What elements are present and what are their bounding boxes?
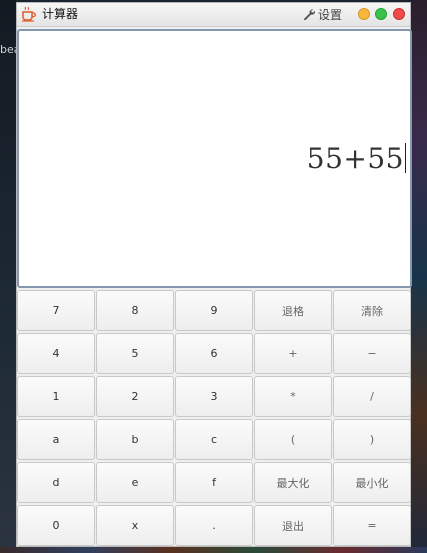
- key-8[interactable]: 8: [96, 290, 174, 331]
- key-9[interactable]: 9: [175, 290, 253, 331]
- settings-label: 设置: [318, 7, 343, 22]
- close-paren-key[interactable]: ): [333, 419, 411, 460]
- minimize-window-button[interactable]: [358, 8, 370, 20]
- decimal-point-key[interactable]: .: [175, 505, 253, 546]
- key-d[interactable]: d: [17, 462, 95, 503]
- clear-key[interactable]: 清除: [333, 290, 411, 331]
- key-0[interactable]: 0: [17, 505, 95, 546]
- open-paren-key[interactable]: (: [254, 419, 332, 460]
- key-a[interactable]: a: [17, 419, 95, 460]
- multiply-key[interactable]: *: [254, 376, 332, 417]
- minimize-key[interactable]: 最小化: [333, 462, 411, 503]
- key-7[interactable]: 7: [17, 290, 95, 331]
- window-title: 计算器: [42, 7, 79, 21]
- expression-line: 55+55: [307, 139, 406, 179]
- maximize-key[interactable]: 最大化: [254, 462, 332, 503]
- divide-key[interactable]: /: [333, 376, 411, 417]
- exit-key[interactable]: 退出: [254, 505, 332, 546]
- plus-key[interactable]: +: [254, 333, 332, 374]
- close-window-button[interactable]: [393, 8, 405, 20]
- key-b[interactable]: b: [96, 419, 174, 460]
- key-4[interactable]: 4: [17, 333, 95, 374]
- text-caret: [405, 143, 406, 173]
- expression-text: 55+55: [306, 142, 404, 175]
- minus-key[interactable]: −: [333, 333, 411, 374]
- equals-key[interactable]: =: [333, 505, 411, 546]
- maximize-window-button[interactable]: [375, 8, 387, 20]
- wrench-icon: [303, 9, 315, 20]
- backspace-key[interactable]: 退格: [254, 290, 332, 331]
- desktop-background-right: [411, 0, 427, 553]
- calculator-window: 计算器 设置 55+55 7 8 9 退格 清除 4 5 6 + − 1 2 3 * / a b c() d e f 最大…: [16, 2, 412, 548]
- key-f[interactable]: f: [175, 462, 253, 503]
- settings-button[interactable]: 设置: [303, 5, 342, 23]
- title-bar[interactable]: 计算器 设置: [17, 3, 410, 27]
- key-6[interactable]: 6: [175, 333, 253, 374]
- keypad: 7 8 9 退格 清除 4 5 6 + − 1 2 3 * / a b c() d e f 最大化 最小化 0 x. 退出 =: [17, 290, 412, 548]
- coffee-cup-icon: [20, 6, 38, 22]
- calculator-display[interactable]: 55+55: [17, 29, 412, 288]
- key-1[interactable]: 1: [17, 376, 95, 417]
- key-2[interactable]: 2: [96, 376, 174, 417]
- key-5[interactable]: 5: [96, 333, 174, 374]
- desktop-background-left: [0, 0, 16, 553]
- key-e[interactable]: e: [96, 462, 174, 503]
- key-x[interactable]: x: [96, 505, 174, 546]
- key-c[interactable]: c: [175, 419, 253, 460]
- key-3[interactable]: 3: [175, 376, 253, 417]
